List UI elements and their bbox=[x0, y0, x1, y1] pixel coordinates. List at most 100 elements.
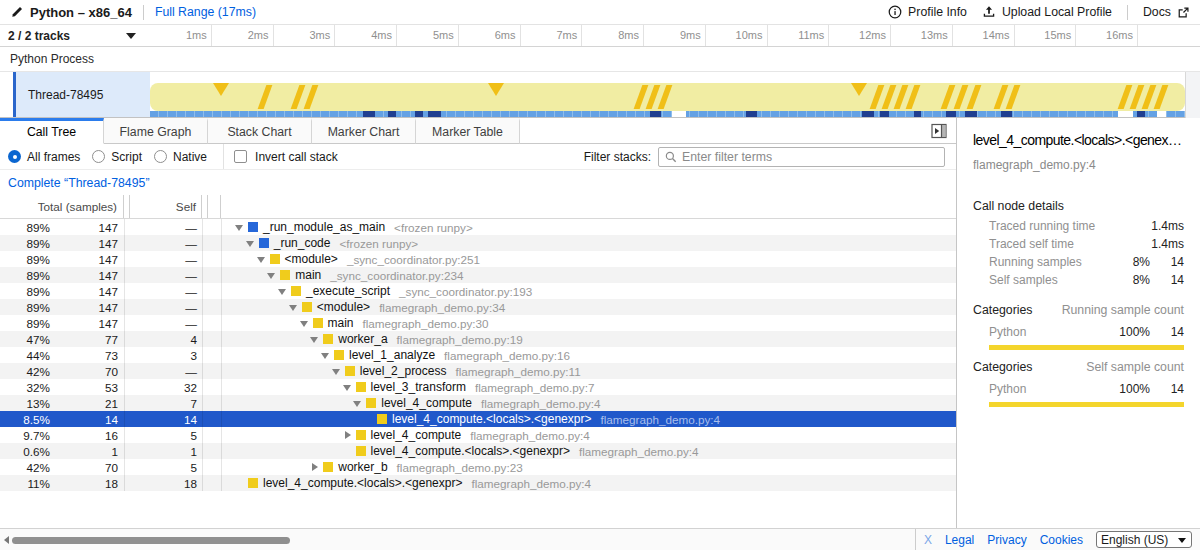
breadcrumb-root[interactable]: Complete “Thread-78495” bbox=[8, 176, 150, 190]
cell-function: main_sync_coordinator.py:234 bbox=[221, 268, 956, 282]
divider bbox=[223, 144, 224, 169]
table-row[interactable]: 8.5%1414level_4_compute.<locals>.<genexp… bbox=[0, 411, 956, 427]
cell-function: mainflamegraph_demo.py:30 bbox=[221, 316, 956, 330]
radio-script[interactable] bbox=[92, 150, 105, 163]
expand-twisty-icon[interactable] bbox=[310, 463, 319, 472]
tab-call-tree[interactable]: Call Tree bbox=[0, 118, 104, 144]
expand-twisty-icon[interactable] bbox=[267, 271, 276, 280]
edit-pencil-icon[interactable] bbox=[10, 6, 23, 19]
ruler-tick: 5ms bbox=[397, 25, 459, 46]
radio-native[interactable] bbox=[154, 150, 167, 163]
thread-track[interactable]: Thread-78495 bbox=[0, 72, 1200, 118]
search-input[interactable]: Enter filter terms bbox=[658, 147, 945, 167]
external-link-icon bbox=[1177, 6, 1190, 19]
thread-track-label[interactable]: Thread-78495 bbox=[16, 72, 150, 117]
tab-marker-table[interactable]: Marker Table bbox=[416, 118, 520, 144]
cell-total-percent: 89% bbox=[0, 301, 50, 314]
sidebar-details: Traced running time1.4msTraced self time… bbox=[973, 221, 1184, 285]
language-select[interactable]: English (US) bbox=[1096, 531, 1192, 548]
scrollbar-thumb[interactable] bbox=[12, 537, 290, 544]
table-row[interactable]: 13%217level_4_computeflamegraph_demo.py:… bbox=[0, 395, 956, 411]
cell-self: 4 bbox=[124, 333, 202, 346]
expand-twisty-icon[interactable] bbox=[353, 399, 362, 408]
cell-total-samples: 21 bbox=[50, 397, 124, 410]
thread-activity-graph[interactable] bbox=[150, 72, 1185, 117]
marker-slash-icon bbox=[954, 85, 969, 109]
expand-twisty-icon[interactable] bbox=[321, 351, 330, 360]
expand-twisty-icon[interactable] bbox=[310, 335, 319, 344]
table-row[interactable]: 42%705worker_bflamegraph_demo.py:23 bbox=[0, 459, 956, 475]
function-name: _execute_script bbox=[306, 284, 390, 298]
sidebar-toggle-icon[interactable] bbox=[931, 123, 947, 139]
tab-stack-chart[interactable]: Stack Chart bbox=[208, 118, 312, 144]
ruler-tick bbox=[1138, 25, 1200, 46]
footer-link-x[interactable]: X bbox=[924, 533, 932, 547]
footer-link-privacy[interactable]: Privacy bbox=[987, 533, 1026, 547]
expand-twisty-icon[interactable] bbox=[343, 431, 352, 440]
footer-link-cookies[interactable]: Cookies bbox=[1040, 533, 1083, 547]
table-row[interactable]: 47%774worker_aflamegraph_demo.py:19 bbox=[0, 331, 956, 347]
table-row[interactable]: 44%733level_1_analyzeflamegraph_demo.py:… bbox=[0, 347, 956, 363]
radio-label[interactable]: Script bbox=[111, 150, 142, 164]
cell-self: — bbox=[124, 237, 202, 250]
category-square-icon bbox=[280, 270, 290, 280]
radio-label[interactable]: All frames bbox=[27, 150, 80, 164]
chevron-down-icon bbox=[1178, 538, 1186, 543]
column-spacer bbox=[202, 195, 221, 218]
marker-triangle-icon bbox=[488, 83, 504, 96]
tab-flame-graph[interactable]: Flame Graph bbox=[104, 118, 208, 144]
expand-twisty-icon[interactable] bbox=[235, 223, 244, 232]
table-row[interactable]: 89%147—_execute_script_sync_coordinator.… bbox=[0, 283, 956, 299]
scroll-left-arrow-icon[interactable] bbox=[4, 536, 9, 544]
footer: X Legal Privacy Cookies English (US) bbox=[0, 528, 1200, 550]
footer-link-legal[interactable]: Legal bbox=[945, 533, 974, 547]
tab-marker-chart[interactable]: Marker Chart bbox=[312, 118, 416, 144]
table-row[interactable]: 42%70—level_2_processflamegraph_demo.py:… bbox=[0, 363, 956, 379]
full-range-link[interactable]: Full Range (17ms) bbox=[155, 5, 256, 19]
category-square-icon bbox=[259, 238, 269, 248]
ruler-tick: 2ms bbox=[212, 25, 274, 46]
filter-stacks-label: Filter stacks: bbox=[584, 150, 651, 164]
function-file: flamegraph_demo.py:4 bbox=[579, 445, 699, 458]
table-row[interactable]: 32%5332level_3_transformflamegraph_demo.… bbox=[0, 379, 956, 395]
expand-twisty-icon[interactable] bbox=[246, 239, 255, 248]
process-track-header[interactable]: Python Process bbox=[0, 47, 1200, 72]
invert-call-stack-label[interactable]: Invert call stack bbox=[255, 150, 338, 164]
table-row[interactable]: 0.6%11level_4_compute.<locals>.<genexpr>… bbox=[0, 443, 956, 459]
invert-call-stack-checkbox[interactable] bbox=[234, 150, 247, 163]
table-row[interactable]: 89%147—<module>_sync_coordinator.py:251 bbox=[0, 251, 956, 267]
upload-profile-button[interactable]: Upload Local Profile bbox=[982, 5, 1112, 19]
function-file: flamegraph_demo.py:30 bbox=[363, 317, 489, 330]
table-row[interactable]: 89%147—mainflamegraph_demo.py:30 bbox=[0, 315, 956, 331]
marker-slash-icon bbox=[258, 85, 273, 109]
table-row[interactable]: 11%1818level_4_compute.<locals>.<genexpr… bbox=[0, 475, 956, 491]
table-row[interactable]: 89%147—_run_code<frozen runpy> bbox=[0, 235, 956, 251]
horizontal-scrollbar[interactable] bbox=[0, 529, 916, 550]
radio-label[interactable]: Native bbox=[173, 150, 207, 164]
radio-all-frames[interactable] bbox=[8, 150, 21, 163]
expand-twisty-icon[interactable] bbox=[343, 383, 352, 392]
function-name: level_4_compute bbox=[381, 396, 472, 410]
cell-total-samples: 147 bbox=[50, 253, 124, 266]
docs-link[interactable]: Docs bbox=[1143, 5, 1190, 19]
column-self[interactable]: Self bbox=[124, 195, 202, 218]
sample-dense-segment bbox=[1137, 111, 1145, 117]
marker-slash-icon bbox=[967, 85, 982, 109]
category-square-icon bbox=[270, 254, 280, 264]
table-row[interactable]: 89%147—_run_module_as_main<frozen runpy> bbox=[0, 219, 956, 235]
table-row[interactable]: 89%147—main_sync_coordinator.py:234 bbox=[0, 267, 956, 283]
cell-total-percent: 89% bbox=[0, 269, 50, 282]
cell-self: 18 bbox=[124, 477, 202, 490]
tracks-dropdown[interactable]: 2 / 2 tracks bbox=[0, 25, 150, 46]
category-bar bbox=[989, 345, 1184, 350]
column-total[interactable]: Total (samples) bbox=[0, 195, 124, 218]
expand-twisty-icon[interactable] bbox=[257, 255, 266, 264]
expand-twisty-icon[interactable] bbox=[332, 367, 341, 376]
ruler-tick: 4ms bbox=[335, 25, 397, 46]
expand-twisty-icon[interactable] bbox=[289, 303, 298, 312]
table-row[interactable]: 89%147—<module>flamegraph_demo.py:34 bbox=[0, 299, 956, 315]
profile-info-button[interactable]: Profile Info bbox=[888, 5, 967, 19]
table-row[interactable]: 9.7%165level_4_computeflamegraph_demo.py… bbox=[0, 427, 956, 443]
expand-twisty-icon[interactable] bbox=[278, 287, 287, 296]
expand-twisty-icon[interactable] bbox=[300, 319, 309, 328]
